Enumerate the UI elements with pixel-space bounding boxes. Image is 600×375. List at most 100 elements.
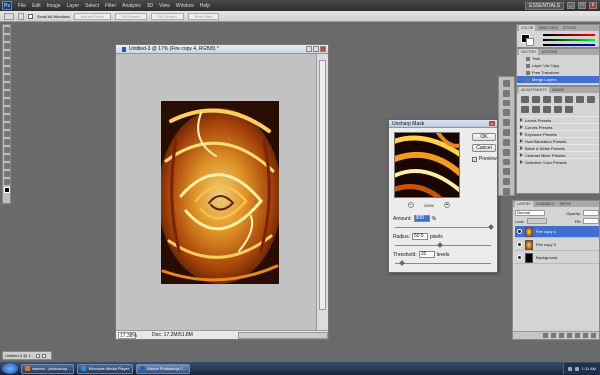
lasso-tool-icon[interactable] <box>3 43 10 49</box>
start-button[interactable] <box>2 363 18 374</box>
cancel-button[interactable]: Cancel <box>472 144 496 152</box>
layer-mask-icon[interactable] <box>559 333 564 338</box>
menu-window[interactable]: Window <box>173 3 197 9</box>
volume-icon[interactable] <box>574 366 579 371</box>
adjustment-layer-icon[interactable] <box>567 333 572 338</box>
preview-checkbox[interactable]: ✓ <box>472 156 477 162</box>
threshold-slider-knob[interactable] <box>398 260 405 266</box>
navigator-panel-icon[interactable] <box>503 80 510 87</box>
doc-minimize-button[interactable] <box>306 46 312 52</box>
channel-mixer-icon[interactable] <box>543 106 551 113</box>
scrollbar-thumb[interactable] <box>319 60 326 310</box>
document-title-bar[interactable]: Untitled-3 @ 17% (Fire copy 4, RGB/8) * <box>116 45 328 54</box>
radius-slider[interactable] <box>395 242 491 248</box>
red-slider[interactable] <box>543 34 595 36</box>
zoom-tool-icon[interactable] <box>3 179 10 185</box>
minimize-button[interactable]: _ <box>567 2 575 9</box>
crop-tool-icon[interactable] <box>3 59 10 65</box>
maximize-button[interactable]: □ <box>578 2 586 9</box>
preview-option[interactable]: ✓ Preview <box>472 156 497 162</box>
fire-swirl-image[interactable] <box>161 101 279 284</box>
history-item-selected[interactable]: Merge Layers <box>517 76 599 83</box>
tab-adjustments[interactable]: ADJUSTMENTS <box>519 87 549 93</box>
tab-channels[interactable]: CHANNELS <box>534 202 557 206</box>
taskbar-item[interactable]: Windows Media Player <box>77 363 134 374</box>
measurement-panel-icon[interactable] <box>503 168 510 176</box>
radius-slider-knob[interactable] <box>437 242 443 248</box>
preset-exposure[interactable]: Exposure Presets <box>517 130 599 137</box>
amount-slider-knob[interactable] <box>488 224 494 230</box>
doc-close-button[interactable] <box>320 46 326 52</box>
workspace-switcher[interactable]: ESSENTIALS <box>525 1 564 10</box>
scroll-all-checkbox[interactable] <box>28 13 33 19</box>
animation-panel-icon[interactable] <box>503 178 510 186</box>
black-white-icon[interactable] <box>521 106 529 113</box>
vertical-scrollbar[interactable] <box>316 54 328 331</box>
blue-slider[interactable] <box>543 44 595 46</box>
preset-hue-saturation[interactable]: Hue/Saturation Presets <box>517 137 599 144</box>
dialog-close-button[interactable]: x <box>489 121 495 126</box>
posterize-icon[interactable] <box>565 106 573 113</box>
layer-row-selected[interactable]: Fire copy 4 <box>515 226 599 238</box>
eraser-tool-icon[interactable] <box>3 107 10 113</box>
tab-paths[interactable]: PATHS <box>558 202 573 206</box>
trash-icon[interactable] <box>591 333 596 338</box>
dialog-title-bar[interactable]: Unsharp Mask x <box>389 120 497 128</box>
layer-style-icon[interactable] <box>551 333 556 338</box>
visibility-eye-icon[interactable] <box>517 242 522 247</box>
pen-tool-icon[interactable] <box>3 131 10 137</box>
menu-view[interactable]: View <box>156 3 173 9</box>
color-balance-icon[interactable] <box>587 96 595 103</box>
tool-preset-dropdown[interactable] <box>18 12 24 20</box>
brush-tool-icon[interactable] <box>3 83 10 89</box>
visibility-eye-icon[interactable] <box>517 255 522 260</box>
taskbar-item-active[interactable]: Adobe Photoshop C... <box>136 363 191 374</box>
horizontal-scrollbar[interactable] <box>238 331 328 339</box>
menu-image[interactable]: Image <box>44 3 64 9</box>
hand-tool-icon[interactable] <box>4 12 14 20</box>
preset-channel-mixer[interactable]: Channel Mixer Presets <box>517 151 599 158</box>
quick-select-tool-icon[interactable] <box>3 51 10 57</box>
histogram-panel-icon[interactable] <box>503 99 510 107</box>
shape-tool-icon[interactable] <box>3 155 10 161</box>
eyedropper-tool-icon[interactable] <box>3 67 10 73</box>
zoom-out-button[interactable]: − <box>408 202 414 208</box>
healing-tool-icon[interactable] <box>3 75 10 81</box>
tab-color[interactable]: COLOR <box>519 25 536 31</box>
preset-levels[interactable]: Levels Presets <box>517 116 599 123</box>
radius-field[interactable]: 50.5 <box>411 233 428 240</box>
exposure-icon[interactable] <box>554 96 562 103</box>
threshold-slider[interactable] <box>395 260 491 266</box>
threshold-field[interactable]: 15 <box>418 251 435 258</box>
tab-layers[interactable]: LAYERS <box>515 201 533 207</box>
preset-curves[interactable]: Curves Presets <box>517 123 599 130</box>
marquee-tool-icon[interactable] <box>3 35 10 41</box>
zoom-in-button[interactable]: + <box>443 202 450 208</box>
lock-buttons[interactable] <box>526 218 547 224</box>
network-icon[interactable] <box>567 366 572 371</box>
menu-3d[interactable]: 3D <box>144 3 156 9</box>
menu-edit[interactable]: Edit <box>29 3 44 9</box>
green-slider[interactable] <box>543 39 595 41</box>
gradient-tool-icon[interactable] <box>3 115 10 121</box>
history-item[interactable]: Free Transform <box>517 69 599 76</box>
menu-filter[interactable]: Filter <box>102 3 119 9</box>
hue-saturation-icon[interactable] <box>576 96 584 103</box>
ok-button[interactable]: OK <box>472 133 496 141</box>
3d-panel-icon[interactable] <box>503 158 510 166</box>
canvas-area[interactable] <box>116 54 317 331</box>
minimized-document[interactable]: Untitled-3 @ 1... <box>2 351 52 360</box>
filter-preview[interactable] <box>394 132 460 198</box>
move-tool-icon[interactable] <box>3 27 10 33</box>
tab-swatches[interactable]: SWATCHES <box>536 26 559 30</box>
new-group-icon[interactable] <box>575 333 580 338</box>
link-layers-icon[interactable] <box>543 333 548 338</box>
menu-layer[interactable]: Layer <box>64 3 83 9</box>
photo-filter-icon[interactable] <box>532 106 540 113</box>
vibrance-icon[interactable] <box>565 96 573 103</box>
notes-panel-icon[interactable] <box>503 148 510 156</box>
levels-icon[interactable] <box>532 96 540 103</box>
fill-screen-button[interactable]: Fill Screen <box>150 12 184 20</box>
print-size-button[interactable]: Print Size <box>187 12 219 20</box>
info-panel-icon[interactable] <box>503 89 510 97</box>
